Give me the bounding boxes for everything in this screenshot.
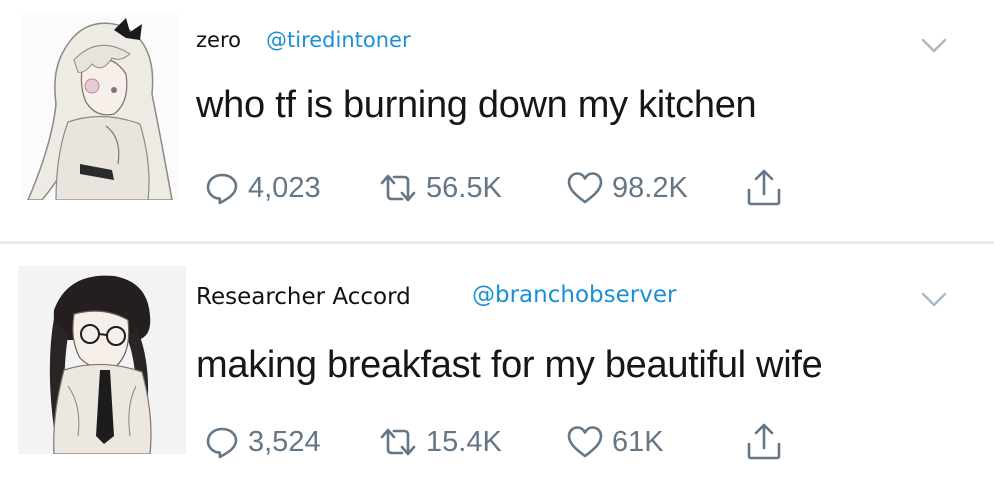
chevron-down-icon[interactable]	[920, 36, 948, 56]
display-name[interactable]: zero	[196, 28, 241, 52]
reply-button[interactable]: 4,023	[204, 166, 321, 210]
retweet-button[interactable]: 15.4K	[378, 420, 502, 464]
share-button[interactable]	[744, 420, 784, 464]
heart-icon	[567, 426, 603, 458]
retweet-count: 15.4K	[426, 425, 502, 458]
retweet-icon	[380, 428, 416, 456]
retweet-icon	[380, 174, 416, 202]
avatar-image	[22, 14, 178, 200]
user-handle[interactable]: @tiredintoner	[266, 28, 411, 52]
reply-count: 3,524	[248, 425, 321, 458]
tweet-card[interactable]: Researcher Accord @branchobserver making…	[0, 250, 994, 480]
share-icon	[747, 169, 781, 206]
like-button[interactable]: 61K	[566, 420, 664, 464]
tweet-divider	[0, 241, 994, 244]
retweet-count: 56.5K	[426, 171, 502, 204]
user-handle[interactable]: @branchobserver	[472, 282, 676, 308]
reply-icon	[206, 173, 238, 205]
avatar[interactable]	[18, 266, 186, 454]
retweet-button[interactable]: 56.5K	[378, 166, 502, 210]
like-button[interactable]: 98.2K	[566, 166, 688, 210]
tweet-text: who tf is burning down my kitchen	[196, 84, 757, 126]
tweet-card[interactable]: zero @tiredintoner who tf is burning dow…	[0, 0, 994, 240]
chevron-down-icon[interactable]	[920, 290, 948, 310]
like-count: 61K	[612, 425, 664, 458]
like-count: 98.2K	[612, 171, 688, 204]
reply-icon	[206, 427, 238, 459]
tweet-text: making breakfast for my beautiful wife	[196, 344, 823, 386]
display-name[interactable]: Researcher Accord	[196, 284, 411, 310]
reply-button[interactable]: 3,524	[204, 420, 321, 464]
avatar[interactable]	[22, 14, 178, 200]
share-icon	[747, 423, 781, 460]
share-button[interactable]	[744, 166, 784, 210]
avatar-image	[18, 266, 186, 454]
reply-count: 4,023	[248, 171, 321, 204]
heart-icon	[567, 172, 603, 204]
